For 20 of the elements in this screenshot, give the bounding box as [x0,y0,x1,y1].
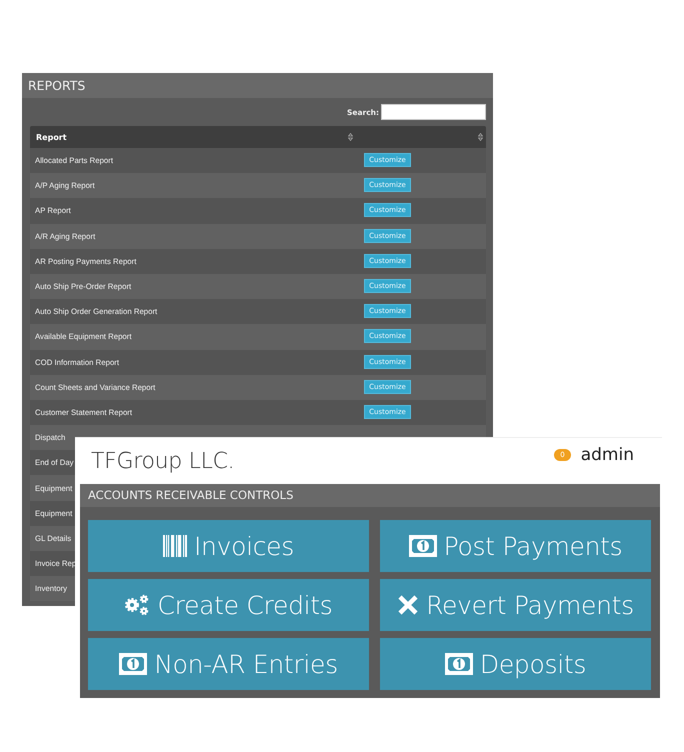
sort-icon[interactable] [478,133,483,141]
action-button[interactable]: Revert Payments [380,579,651,631]
panel-title: ACCOUNTS RECEIVABLE CONTROLS [80,484,660,507]
action-button[interactable]: Invoices [88,520,369,572]
gears-icon [124,594,150,616]
banknote-icon [119,653,148,675]
banknote-icon [444,653,473,675]
search-field[interactable] [381,104,486,120]
banknote-icon [408,535,437,557]
action-button[interactable]: Create Credits [88,579,369,631]
sort-icon[interactable] [348,133,353,141]
action-button[interactable]: Non-AR Entries [88,638,369,690]
close-icon [397,594,420,616]
panel-title: REPORTS [22,73,493,98]
column-header[interactable]: Report [30,132,67,142]
action-button[interactable]: Post Payments [380,520,651,572]
company-name: TFGroup LLC. [91,448,236,474]
barcode-icon [162,535,187,557]
user-name[interactable]: admin [580,445,634,465]
action-button[interactable]: Deposits [380,638,651,690]
